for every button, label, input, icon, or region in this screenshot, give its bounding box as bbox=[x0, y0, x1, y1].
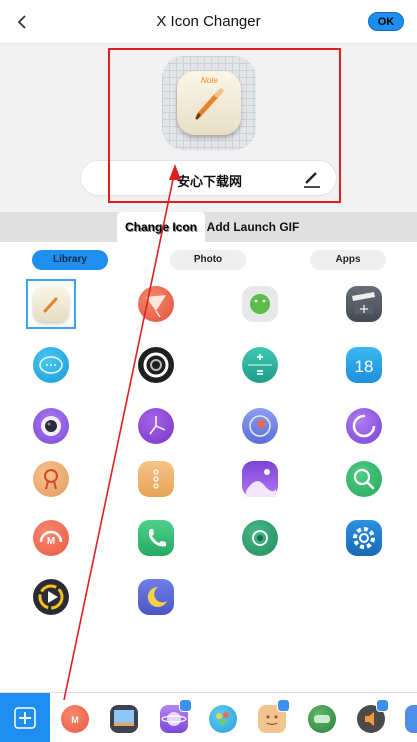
annotation-arrow bbox=[63, 164, 181, 701]
